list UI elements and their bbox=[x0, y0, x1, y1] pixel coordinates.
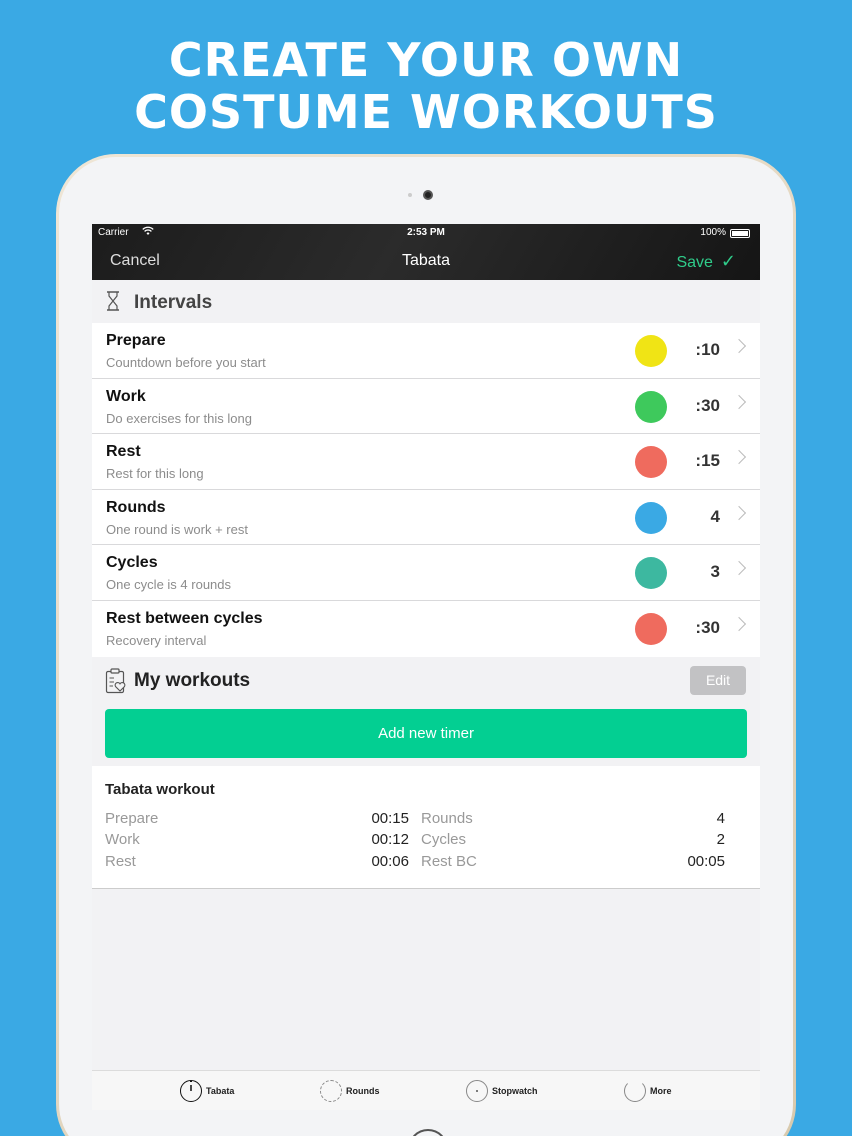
detail-value: 00:05 bbox=[687, 852, 725, 870]
workout-details: Prepare 00:15 Rounds 4 Work 00:12 Cycles… bbox=[105, 810, 725, 875]
interval-value: :30 bbox=[695, 617, 720, 637]
color-dot[interactable] bbox=[635, 390, 667, 423]
my-workouts-header: My workouts Edit bbox=[92, 657, 760, 709]
chevron-right-icon bbox=[731, 561, 747, 576]
workout-detail-row: Rest 00:06 Rest BC 00:05 bbox=[105, 853, 725, 875]
color-dot[interactable] bbox=[635, 446, 667, 479]
tab-label: Rounds bbox=[346, 1086, 380, 1096]
battery-percent: 100% bbox=[700, 227, 726, 238]
interval-name: Rest bbox=[106, 443, 141, 461]
interval-subtitle: One round is work + rest bbox=[106, 521, 248, 537]
app-screen: Carrier 2:53 PM 100% Cancel Tabata Save ✓… bbox=[92, 224, 760, 1110]
status-bar: Carrier 2:53 PM 100% bbox=[98, 226, 754, 241]
status-time: 2:53 PM bbox=[407, 227, 445, 238]
tab-bar: Tabata Rounds Stopwatch More bbox=[92, 1070, 760, 1110]
front-camera bbox=[423, 190, 433, 200]
interval-row-rest-between-cycles[interactable]: Rest between cycles Recovery interval :3… bbox=[92, 601, 760, 657]
interval-subtitle: Do exercises for this long bbox=[106, 410, 252, 426]
tab-stopwatch[interactable]: Stopwatch bbox=[466, 1080, 538, 1104]
detail-label: Rest bbox=[105, 852, 136, 870]
stopwatch-dial-icon bbox=[466, 1080, 488, 1102]
chevron-right-icon bbox=[731, 616, 747, 632]
detail-value: 00:15 bbox=[371, 809, 409, 827]
add-new-timer-button[interactable]: Add new timer bbox=[105, 708, 747, 758]
interval-value: :10 bbox=[695, 340, 720, 359]
interval-name: Cycles bbox=[106, 554, 158, 572]
home-button[interactable] bbox=[408, 1129, 448, 1136]
interval-subtitle: One cycle is 4 rounds bbox=[106, 577, 232, 593]
detail-label: Prepare bbox=[105, 809, 159, 827]
workout-detail-row: Prepare 00:15 Rounds 4 bbox=[105, 810, 725, 832]
color-dot[interactable] bbox=[635, 612, 667, 645]
more-icon bbox=[624, 1080, 646, 1102]
intervals-header: Intervals bbox=[92, 280, 760, 323]
interval-row-cycles[interactable]: Cycles One cycle is 4 rounds 3 bbox=[92, 545, 760, 601]
navigation-bar: Carrier 2:53 PM 100% Cancel Tabata Save ✓ bbox=[92, 224, 760, 280]
my-workouts-title: My workouts bbox=[134, 669, 251, 691]
interval-name: Rest between cycles bbox=[106, 609, 263, 627]
tab-label: Tabata bbox=[206, 1086, 235, 1096]
intervals-list: Prepare Countdown before you start :10 W… bbox=[92, 323, 760, 657]
detail-value: 00:12 bbox=[371, 831, 409, 849]
interval-value: 3 bbox=[710, 562, 720, 582]
headline-line-1: CREATE YOUR OWN bbox=[168, 33, 684, 87]
hourglass-icon bbox=[107, 291, 119, 311]
tab-more[interactable]: More bbox=[624, 1080, 672, 1104]
workout-detail-row: Work 00:12 Cycles 2 bbox=[105, 831, 725, 853]
chevron-right-icon bbox=[731, 394, 747, 409]
save-button[interactable]: Save ✓ bbox=[676, 251, 736, 272]
detail-label: Work bbox=[105, 831, 140, 849]
interval-row-rounds[interactable]: Rounds One round is work + rest 4 bbox=[92, 490, 760, 546]
interval-subtitle: Recovery interval bbox=[106, 632, 207, 648]
headline-line-2: COSTUME WORKOUTS bbox=[134, 85, 718, 139]
interval-row-prepare[interactable]: Prepare Countdown before you start :10 bbox=[92, 323, 760, 379]
interval-name: Prepare bbox=[106, 332, 166, 349]
checkmark-icon: ✓ bbox=[720, 251, 736, 271]
nav-title: Tabata bbox=[401, 252, 451, 269]
battery-icon bbox=[730, 229, 750, 238]
sensor-dot bbox=[408, 193, 412, 197]
detail-label: Cycles bbox=[421, 831, 467, 849]
tab-label: More bbox=[650, 1086, 672, 1096]
color-dot[interactable] bbox=[635, 557, 667, 590]
detail-value: 2 bbox=[716, 831, 725, 849]
detail-label: Rounds bbox=[421, 809, 473, 827]
rounds-icon bbox=[320, 1080, 342, 1102]
detail-value: 4 bbox=[716, 809, 725, 827]
interval-value: :15 bbox=[695, 451, 720, 471]
edit-button[interactable]: Edit bbox=[690, 665, 746, 695]
clipboard-heart-icon bbox=[105, 667, 126, 693]
chevron-right-icon bbox=[731, 338, 747, 354]
tab-rounds[interactable]: Rounds bbox=[320, 1080, 380, 1104]
workout-title: Tabata workout bbox=[105, 780, 215, 798]
promo-headline: CREATE YOUR OWN COSTUME WORKOUTS bbox=[0, 34, 852, 138]
tab-label: Stopwatch bbox=[492, 1086, 538, 1096]
color-dot[interactable] bbox=[635, 501, 667, 534]
interval-subtitle: Countdown before you start bbox=[106, 355, 266, 370]
save-label: Save bbox=[676, 254, 713, 271]
interval-value: :30 bbox=[695, 395, 720, 415]
interval-name: Rounds bbox=[106, 498, 166, 516]
stopwatch-icon bbox=[180, 1080, 202, 1102]
chevron-right-icon bbox=[731, 505, 747, 520]
chevron-right-icon bbox=[731, 450, 747, 465]
interval-value: 4 bbox=[710, 506, 720, 526]
tab-tabata[interactable]: Tabata bbox=[180, 1080, 234, 1104]
detail-label: Rest BC bbox=[421, 852, 477, 870]
detail-value: 00:06 bbox=[371, 852, 409, 870]
interval-name: Work bbox=[106, 387, 146, 405]
workout-card[interactable]: Tabata workout Prepare 00:15 Rounds 4 Wo… bbox=[92, 765, 760, 889]
color-dot[interactable] bbox=[635, 335, 667, 367]
interval-row-rest[interactable]: Rest Rest for this long :15 bbox=[92, 434, 760, 490]
interval-subtitle: Rest for this long bbox=[106, 466, 204, 482]
interval-row-work[interactable]: Work Do exercises for this long :30 bbox=[92, 379, 760, 435]
intervals-title: Intervals bbox=[134, 292, 213, 313]
